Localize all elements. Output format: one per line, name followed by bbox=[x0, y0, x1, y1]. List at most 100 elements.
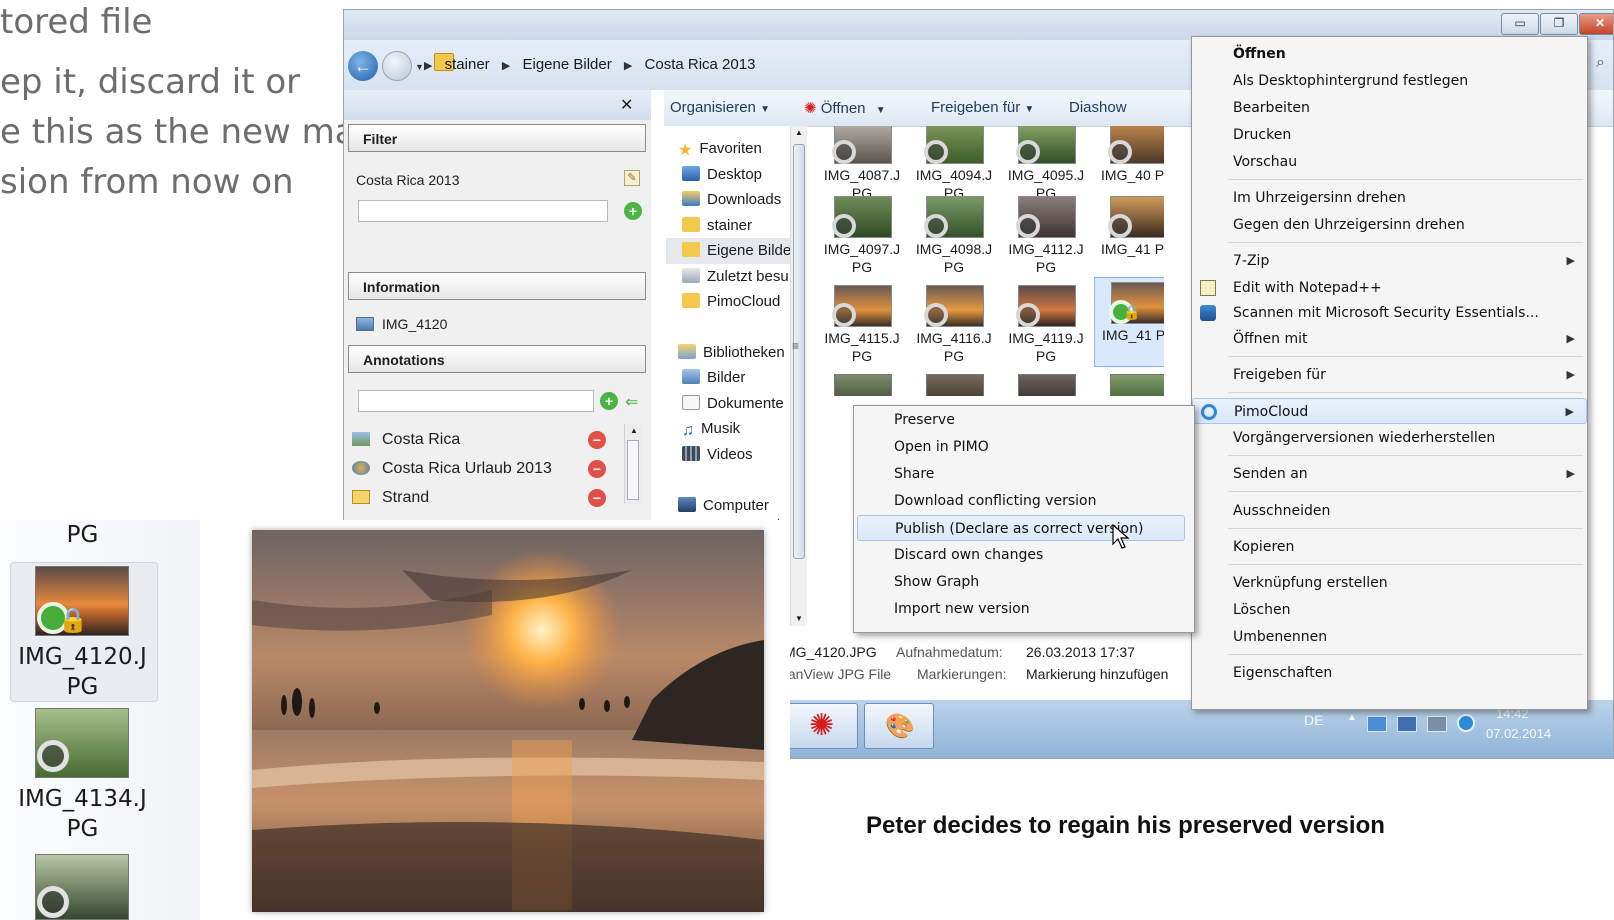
breadcrumb-costa-rica-2013[interactable]: Costa Rica 2013 bbox=[645, 56, 756, 73]
nav-item-dokumente[interactable]: Dokumente bbox=[682, 395, 784, 412]
submenu-item-preserve[interactable]: Preserve bbox=[854, 407, 1194, 433]
annotation-row[interactable]: Costa Rica − bbox=[352, 428, 642, 454]
menu-item-print[interactable]: Drucken bbox=[1192, 122, 1587, 148]
close-button[interactable]: ✕ bbox=[1579, 13, 1613, 35]
tray-display-icon[interactable] bbox=[1397, 716, 1417, 732]
tray-date[interactable]: 07.02.2014 bbox=[1486, 726, 1551, 741]
submenu-item-discard-own-changes[interactable]: Discard own changes bbox=[854, 542, 1194, 568]
details-date-value[interactable]: 26.03.2013 17:37 bbox=[1026, 644, 1135, 660]
thumbnail-image[interactable] bbox=[1018, 374, 1076, 396]
recent-pages-dropdown-icon[interactable]: ▼ bbox=[415, 62, 424, 72]
organize-menu-button[interactable]: Organisieren ▼ bbox=[670, 99, 770, 116]
thumbnail-image[interactable] bbox=[834, 374, 892, 396]
minimize-button[interactable]: ▭ bbox=[1501, 13, 1539, 35]
taskbar-pimo-button[interactable]: ✺ bbox=[788, 703, 858, 749]
file-thumbnail-selected[interactable]: 🔒 IMG_41 PG bbox=[1094, 277, 1164, 367]
annotation-input[interactable] bbox=[358, 390, 594, 412]
nav-item-eigene-bilder[interactable]: Eigene Bilde bbox=[682, 242, 791, 259]
submenu-item-download-conflicting-version[interactable]: Download conflicting version bbox=[854, 488, 1194, 514]
nav-item-stainer[interactable]: stainer bbox=[682, 217, 752, 234]
menu-item-7zip[interactable]: 7-Zip ▶ bbox=[1192, 248, 1587, 274]
menu-item-preview[interactable]: Vorschau bbox=[1192, 149, 1587, 175]
open-menu-button[interactable]: ✺ Öffnen ▼ bbox=[804, 99, 886, 117]
menu-item-label: Ausschneiden bbox=[1233, 503, 1331, 519]
remove-annotation-icon[interactable]: − bbox=[588, 431, 606, 449]
annotation-row[interactable]: Costa Rica Urlaub 2013 − bbox=[352, 457, 642, 483]
scroll-up-icon[interactable]: ▲ bbox=[630, 426, 638, 435]
breadcrumb-eigene-bilder[interactable]: Eigene Bilder bbox=[522, 56, 611, 73]
back-arrow-icon[interactable]: ⇐ bbox=[625, 392, 638, 412]
file-thumbnail[interactable]: IMG_4098.J PG bbox=[910, 192, 998, 280]
menu-item-send-to[interactable]: Senden an ▶ bbox=[1192, 461, 1587, 487]
submenu-item-share[interactable]: Share bbox=[854, 461, 1194, 487]
nav-libraries[interactable]: Bibliotheken bbox=[678, 344, 785, 361]
menu-item-share-with[interactable]: Freigeben für ▶ bbox=[1192, 362, 1587, 388]
edit-filter-icon[interactable]: ✎ bbox=[624, 170, 640, 186]
menu-item-set-desktop-background[interactable]: Als Desktophintergrund festlegen bbox=[1192, 68, 1587, 94]
menu-item-delete[interactable]: Löschen bbox=[1192, 597, 1587, 623]
nav-scrollbar[interactable]: ▲ ▼ bbox=[790, 126, 807, 626]
remove-annotation-icon[interactable]: − bbox=[588, 460, 606, 478]
breadcrumb-stainer[interactable]: stainer bbox=[445, 56, 490, 73]
menu-item-pimocloud[interactable]: PimoCloud ▶ bbox=[1192, 398, 1587, 424]
add-annotation-icon[interactable]: + bbox=[600, 392, 618, 410]
remove-annotation-icon[interactable]: − bbox=[588, 489, 606, 507]
nav-item-desktop[interactable]: Desktop bbox=[682, 166, 762, 183]
menu-item-rotate-clockwise[interactable]: Im Uhrzeigersinn drehen bbox=[1192, 185, 1587, 211]
scroll-down-icon[interactable]: ▼ bbox=[795, 614, 803, 623]
filter-input[interactable] bbox=[358, 200, 608, 222]
menu-item-restore-previous-versions[interactable]: Vorgängerversionen wiederherstellen bbox=[1192, 425, 1587, 451]
submenu-item-publish[interactable]: Publish (Declare as correct version) bbox=[857, 515, 1185, 541]
annotation-row[interactable]: Strand − bbox=[352, 486, 642, 512]
taskbar-paint-button[interactable]: 🎨 bbox=[864, 703, 934, 749]
thumbnail-image[interactable] bbox=[1110, 374, 1164, 396]
file-thumbnail[interactable]: IMG_4112.J PG bbox=[1002, 192, 1090, 280]
forward-button[interactable] bbox=[382, 51, 412, 81]
nav-item-downloads[interactable]: Downloads bbox=[682, 191, 781, 208]
slideshow-button[interactable]: Diashow bbox=[1069, 99, 1127, 116]
menu-item-copy[interactable]: Kopieren bbox=[1192, 534, 1587, 560]
menu-item-open-with[interactable]: Öffnen mit ▶ bbox=[1192, 326, 1587, 352]
tray-device-icon[interactable] bbox=[1427, 716, 1447, 732]
menu-item-rotate-counterclockwise[interactable]: Gegen den Uhrzeigersinn drehen bbox=[1192, 212, 1587, 238]
submenu-item-show-graph[interactable]: Show Graph bbox=[854, 569, 1194, 595]
tray-network-icon[interactable] bbox=[1367, 716, 1387, 732]
menu-item-scan-security-essentials[interactable]: Scannen mit Microsoft Security Essential… bbox=[1192, 300, 1587, 326]
tray-language[interactable]: DE bbox=[1304, 712, 1323, 728]
annotations-scrollbar[interactable]: ▲ bbox=[624, 424, 641, 504]
tray-pimocloud-icon[interactable] bbox=[1457, 714, 1475, 732]
menu-item-cut[interactable]: Ausschneiden bbox=[1192, 498, 1587, 524]
search-icon[interactable]: ⌕ bbox=[1596, 54, 1605, 72]
scroll-up-icon[interactable]: ▲ bbox=[795, 128, 803, 137]
submenu-item-import-new-version[interactable]: Import new version bbox=[854, 596, 1194, 622]
file-thumbnail[interactable]: IMG_4119.J PG bbox=[1002, 281, 1090, 369]
file-thumbnail[interactable]: IMG_4115.J PG bbox=[818, 281, 906, 369]
nav-favorites[interactable]: ★ Favoriten bbox=[678, 140, 762, 159]
add-filter-icon[interactable]: + bbox=[624, 202, 642, 220]
menu-item-properties[interactable]: Eigenschaften bbox=[1192, 660, 1587, 686]
file-thumbnail[interactable]: IMG_4116.J PG bbox=[910, 281, 998, 369]
details-tags-value[interactable]: Markierung hinzufügen bbox=[1026, 666, 1168, 682]
menu-item-edit[interactable]: Bearbeiten bbox=[1192, 95, 1587, 121]
share-with-menu-button[interactable]: Freigeben für ▼ bbox=[931, 99, 1034, 116]
splitter-grip-icon[interactable]: ≡ bbox=[792, 339, 799, 353]
back-button[interactable]: ← bbox=[348, 51, 378, 81]
nav-item-musik[interactable]: ♫ Musik bbox=[682, 420, 740, 439]
nav-item-recent[interactable]: Zuletzt besu bbox=[682, 268, 789, 285]
file-thumbnail[interactable]: IMG_4097.J PG bbox=[818, 192, 906, 280]
menu-item-rename[interactable]: Umbenennen bbox=[1192, 624, 1587, 650]
maximize-button[interactable]: ❐ bbox=[1540, 13, 1578, 35]
submenu-item-open-in-pimo[interactable]: Open in PIMO bbox=[854, 434, 1194, 460]
nav-item-videos[interactable]: Videos bbox=[682, 446, 753, 463]
thumbnail-image[interactable] bbox=[926, 374, 984, 396]
nav-computer[interactable]: Computer bbox=[678, 497, 769, 514]
close-panel-button[interactable]: ✕ bbox=[620, 95, 633, 115]
file-thumbnail[interactable]: IMG_41 PG bbox=[1094, 192, 1164, 280]
menu-item-open[interactable]: Öffnen bbox=[1192, 41, 1587, 67]
tray-expand-icon[interactable]: ▲ bbox=[1347, 712, 1357, 723]
nav-item-bilder[interactable]: Bilder bbox=[682, 369, 745, 386]
nav-item-pimocloud[interactable]: PimoCloud bbox=[682, 293, 780, 310]
menu-item-edit-with-notepad[interactable]: Edit with Notepad++ bbox=[1192, 275, 1587, 301]
menu-item-create-shortcut[interactable]: Verknüpfung erstellen bbox=[1192, 570, 1587, 596]
scroll-thumb[interactable] bbox=[627, 440, 639, 500]
